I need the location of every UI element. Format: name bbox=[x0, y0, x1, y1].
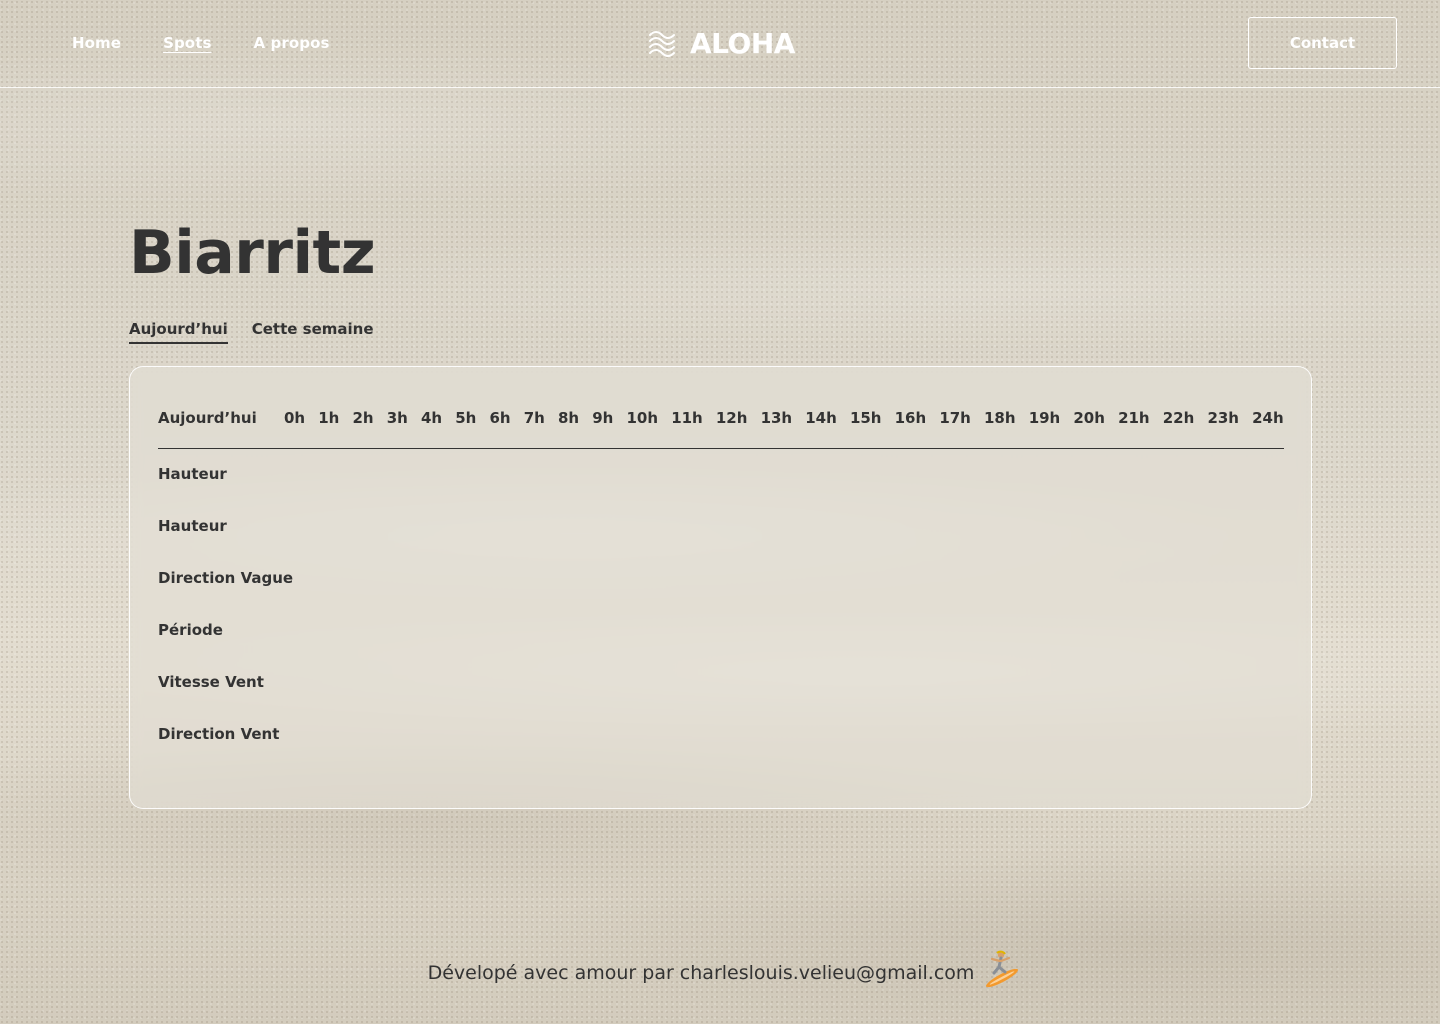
contact-button[interactable]: Contact bbox=[1248, 17, 1397, 69]
hour-header: 24h bbox=[1252, 409, 1284, 427]
hour-header: 4h bbox=[421, 409, 443, 427]
hour-header: 18h bbox=[984, 409, 1016, 427]
nav-item-a-propos[interactable]: A propos bbox=[254, 34, 330, 52]
hour-header: 2h bbox=[352, 409, 374, 427]
surfer-icon bbox=[980, 948, 1022, 990]
forecast-card: Aujourd’hui 0h 1h 2h 3h 4h 5h 6h 7h 8h 9… bbox=[129, 366, 1312, 809]
tab-aujourdhui[interactable]: Aujourd’hui bbox=[129, 320, 228, 344]
hour-header: 17h bbox=[939, 409, 971, 427]
hour-header: 12h bbox=[715, 409, 748, 427]
row-label-hauteur: Hauteur bbox=[158, 517, 227, 535]
row-label-periode: Période bbox=[158, 621, 223, 639]
hour-header: 1h bbox=[318, 409, 340, 427]
hour-header: 10h bbox=[626, 409, 659, 427]
footer-credit: Dévelopé avec amour par charleslouis.vel… bbox=[427, 962, 975, 984]
hour-header: 9h bbox=[592, 409, 614, 427]
brand-name: ALOHA bbox=[690, 27, 795, 60]
hour-header: 6h bbox=[489, 409, 511, 427]
hour-header: 11h bbox=[671, 409, 703, 427]
waves-icon bbox=[648, 29, 678, 59]
hour-header: 21h bbox=[1118, 409, 1150, 427]
brand-logo[interactable]: ALOHA bbox=[648, 27, 795, 60]
hour-header: 14h bbox=[805, 409, 837, 427]
hour-header: 20h bbox=[1073, 409, 1105, 427]
hour-columns: 0h 1h 2h 3h 4h 5h 6h 7h 8h 9h 10h 11h 12… bbox=[284, 409, 1284, 427]
table-head-label: Aujourd’hui bbox=[158, 409, 257, 427]
hour-header: 16h bbox=[894, 409, 927, 427]
page-title: Biarritz bbox=[129, 218, 376, 288]
main-nav: Home Spots A propos bbox=[72, 34, 372, 52]
row-label-direction-vent: Direction Vent bbox=[158, 725, 280, 743]
hour-header: 13h bbox=[760, 409, 793, 427]
site-footer: Dévelopé avec amour par charleslouis.vel… bbox=[0, 950, 1440, 990]
site-header: Home Spots A propos ALOHA Contact bbox=[0, 0, 1440, 88]
nav-item-home[interactable]: Home bbox=[72, 34, 121, 52]
hour-header: 23h bbox=[1207, 409, 1239, 427]
hour-header: 19h bbox=[1028, 409, 1061, 427]
row-label-hauteur: Hauteur bbox=[158, 465, 227, 483]
row-label-direction-vague: Direction Vague bbox=[158, 569, 294, 587]
nav-item-spots[interactable]: Spots bbox=[163, 34, 211, 52]
forecast-rows: Hauteur Hauteur Direction Vague Période … bbox=[158, 465, 293, 777]
hour-header: 5h bbox=[455, 409, 477, 427]
hour-header: 22h bbox=[1162, 409, 1195, 427]
tab-cette-semaine[interactable]: Cette semaine bbox=[252, 320, 374, 344]
hour-header: 3h bbox=[386, 409, 408, 427]
forecast-table-header: Aujourd’hui 0h 1h 2h 3h 4h 5h 6h 7h 8h 9… bbox=[158, 367, 1284, 449]
hour-header: 7h bbox=[523, 409, 545, 427]
hour-header: 0h bbox=[284, 409, 306, 427]
row-label-vitesse-vent: Vitesse Vent bbox=[158, 673, 264, 691]
hour-header: 8h bbox=[558, 409, 580, 427]
period-tabs: Aujourd’hui Cette semaine bbox=[129, 320, 398, 344]
hour-header: 15h bbox=[849, 409, 882, 427]
